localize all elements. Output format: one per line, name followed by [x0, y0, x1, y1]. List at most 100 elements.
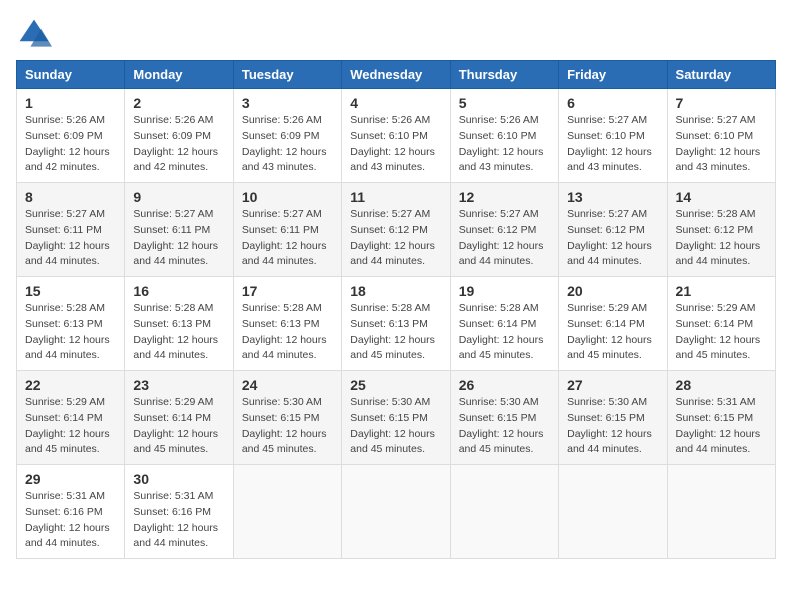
calendar-cell: 1 Sunrise: 5:26 AMSunset: 6:09 PMDaylight…	[17, 89, 125, 183]
day-number: 6	[567, 95, 658, 111]
day-number: 7	[676, 95, 767, 111]
calendar-week-row: 22 Sunrise: 5:29 AMSunset: 6:14 PMDayligh…	[17, 371, 776, 465]
day-info: Sunrise: 5:27 AMSunset: 6:11 PMDaylight:…	[242, 207, 333, 270]
calendar-week-row: 1 Sunrise: 5:26 AMSunset: 6:09 PMDaylight…	[17, 89, 776, 183]
day-info: Sunrise: 5:28 AMSunset: 6:13 PMDaylight:…	[242, 301, 333, 364]
calendar-cell: 20 Sunrise: 5:29 AMSunset: 6:14 PMDayligh…	[559, 277, 667, 371]
calendar-cell: 3Sunrise: 5:26 AMSunset: 6:09 PMDaylight…	[233, 89, 341, 183]
day-number: 26	[459, 377, 550, 393]
day-number: 16	[133, 283, 224, 299]
day-number: 27	[567, 377, 658, 393]
day-info: Sunrise: 5:30 AMSunset: 6:15 PMDaylight:…	[459, 395, 550, 458]
calendar-cell: 10 Sunrise: 5:27 AMSunset: 6:11 PMDayligh…	[233, 183, 341, 277]
day-number: 21	[676, 283, 767, 299]
calendar-cell	[450, 465, 558, 559]
day-number: 15	[25, 283, 116, 299]
day-info: Sunrise: 5:30 AMSunset: 6:15 PMDaylight:…	[567, 395, 658, 458]
day-info: Sunrise: 5:26 AMSunset: 6:09 PMDaylight:…	[133, 113, 224, 176]
calendar-cell: 11 Sunrise: 5:27 AMSunset: 6:12 PMDayligh…	[342, 183, 450, 277]
calendar-cell: 14 Sunrise: 5:28 AMSunset: 6:12 PMDayligh…	[667, 183, 775, 277]
calendar-cell: 18 Sunrise: 5:28 AMSunset: 6:13 PMDayligh…	[342, 277, 450, 371]
calendar-cell: 9 Sunrise: 5:27 AMSunset: 6:11 PMDaylight…	[125, 183, 233, 277]
day-info: Sunrise: 5:29 AMSunset: 6:14 PMDaylight:…	[133, 395, 224, 458]
calendar-body: 1 Sunrise: 5:26 AMSunset: 6:09 PMDaylight…	[17, 89, 776, 559]
day-number: 12	[459, 189, 550, 205]
day-info: Sunrise: 5:27 AMSunset: 6:11 PMDaylight:…	[133, 207, 224, 270]
day-info: Sunrise: 5:27 AMSunset: 6:10 PMDaylight:…	[567, 113, 658, 176]
day-number: 22	[25, 377, 116, 393]
logo	[16, 16, 56, 52]
day-info: Sunrise: 5:31 AMSunset: 6:16 PMDaylight:…	[25, 489, 116, 552]
weekday-header: Saturday	[667, 61, 775, 89]
day-number: 11	[350, 189, 441, 205]
day-number: 3	[242, 95, 333, 111]
calendar-cell: 12 Sunrise: 5:27 AMSunset: 6:12 PMDayligh…	[450, 183, 558, 277]
day-info: Sunrise: 5:26 AMSunset: 6:09 PMDaylight:…	[25, 113, 116, 176]
day-info: Sunrise: 5:28 AMSunset: 6:14 PMDaylight:…	[459, 301, 550, 364]
day-info: Sunrise: 5:28 AMSunset: 6:13 PMDaylight:…	[350, 301, 441, 364]
weekday-header: Friday	[559, 61, 667, 89]
day-info: Sunrise: 5:31 AMSunset: 6:16 PMDaylight:…	[133, 489, 224, 552]
day-number: 14	[676, 189, 767, 205]
day-number: 8	[25, 189, 116, 205]
weekday-header: Sunday	[17, 61, 125, 89]
day-info: Sunrise: 5:27 AMSunset: 6:11 PMDaylight:…	[25, 207, 116, 270]
day-number: 13	[567, 189, 658, 205]
calendar-cell: 24 Sunrise: 5:30 AMSunset: 6:15 PMDayligh…	[233, 371, 341, 465]
calendar-cell: 15 Sunrise: 5:28 AMSunset: 6:13 PMDayligh…	[17, 277, 125, 371]
day-number: 2	[133, 95, 224, 111]
calendar-cell: 16Sunrise: 5:28 AMSunset: 6:13 PMDayligh…	[125, 277, 233, 371]
day-number: 9	[133, 189, 224, 205]
day-number: 18	[350, 283, 441, 299]
day-info: Sunrise: 5:26 AMSunset: 6:10 PMDaylight:…	[350, 113, 441, 176]
day-info: Sunrise: 5:28 AMSunset: 6:13 PMDaylight:…	[25, 301, 116, 364]
calendar-cell: 28 Sunrise: 5:31 AMSunset: 6:15 PMDayligh…	[667, 371, 775, 465]
weekday-header: Wednesday	[342, 61, 450, 89]
calendar-cell: 22 Sunrise: 5:29 AMSunset: 6:14 PMDayligh…	[17, 371, 125, 465]
day-info: Sunrise: 5:28 AMSunset: 6:12 PMDaylight:…	[676, 207, 767, 270]
day-info: Sunrise: 5:29 AMSunset: 6:14 PMDaylight:…	[567, 301, 658, 364]
day-number: 10	[242, 189, 333, 205]
day-info: Sunrise: 5:27 AMSunset: 6:10 PMDaylight:…	[676, 113, 767, 176]
calendar-week-row: 8 Sunrise: 5:27 AMSunset: 6:11 PMDaylight…	[17, 183, 776, 277]
day-number: 25	[350, 377, 441, 393]
calendar-cell: 21Sunrise: 5:29 AMSunset: 6:14 PMDayligh…	[667, 277, 775, 371]
calendar-cell: 4 Sunrise: 5:26 AMSunset: 6:10 PMDaylight…	[342, 89, 450, 183]
day-number: 20	[567, 283, 658, 299]
day-info: Sunrise: 5:29 AMSunset: 6:14 PMDaylight:…	[25, 395, 116, 458]
calendar-cell: 23Sunrise: 5:29 AMSunset: 6:14 PMDayligh…	[125, 371, 233, 465]
day-info: Sunrise: 5:30 AMSunset: 6:15 PMDaylight:…	[242, 395, 333, 458]
day-info: Sunrise: 5:30 AMSunset: 6:15 PMDaylight:…	[350, 395, 441, 458]
calendar-week-row: 15 Sunrise: 5:28 AMSunset: 6:13 PMDayligh…	[17, 277, 776, 371]
calendar-cell	[667, 465, 775, 559]
day-number: 4	[350, 95, 441, 111]
calendar-cell: 27 Sunrise: 5:30 AMSunset: 6:15 PMDayligh…	[559, 371, 667, 465]
day-info: Sunrise: 5:31 AMSunset: 6:15 PMDaylight:…	[676, 395, 767, 458]
day-number: 5	[459, 95, 550, 111]
calendar-cell: 2 Sunrise: 5:26 AMSunset: 6:09 PMDaylight…	[125, 89, 233, 183]
day-info: Sunrise: 5:27 AMSunset: 6:12 PMDaylight:…	[350, 207, 441, 270]
calendar-cell: 25 Sunrise: 5:30 AMSunset: 6:15 PMDayligh…	[342, 371, 450, 465]
day-number: 19	[459, 283, 550, 299]
calendar-cell: 19 Sunrise: 5:28 AMSunset: 6:14 PMDayligh…	[450, 277, 558, 371]
day-number: 1	[25, 95, 116, 111]
day-info: Sunrise: 5:27 AMSunset: 6:12 PMDaylight:…	[567, 207, 658, 270]
calendar-week-row: 29 Sunrise: 5:31 AMSunset: 6:16 PMDayligh…	[17, 465, 776, 559]
calendar-cell: 17Sunrise: 5:28 AMSunset: 6:13 PMDayligh…	[233, 277, 341, 371]
weekday-header: Thursday	[450, 61, 558, 89]
calendar-header-row: SundayMondayTuesdayWednesdayThursdayFrid…	[17, 61, 776, 89]
calendar-cell: 13 Sunrise: 5:27 AMSunset: 6:12 PMDayligh…	[559, 183, 667, 277]
calendar-cell	[342, 465, 450, 559]
calendar-cell: 8 Sunrise: 5:27 AMSunset: 6:11 PMDaylight…	[17, 183, 125, 277]
calendar-cell	[233, 465, 341, 559]
day-number: 29	[25, 471, 116, 487]
calendar-cell	[559, 465, 667, 559]
calendar-cell: 5Sunrise: 5:26 AMSunset: 6:10 PMDaylight…	[450, 89, 558, 183]
logo-icon	[16, 16, 52, 52]
day-number: 24	[242, 377, 333, 393]
day-number: 28	[676, 377, 767, 393]
calendar: SundayMondayTuesdayWednesdayThursdayFrid…	[16, 60, 776, 559]
calendar-cell: 6 Sunrise: 5:27 AMSunset: 6:10 PMDaylight…	[559, 89, 667, 183]
header	[16, 16, 776, 52]
day-info: Sunrise: 5:27 AMSunset: 6:12 PMDaylight:…	[459, 207, 550, 270]
